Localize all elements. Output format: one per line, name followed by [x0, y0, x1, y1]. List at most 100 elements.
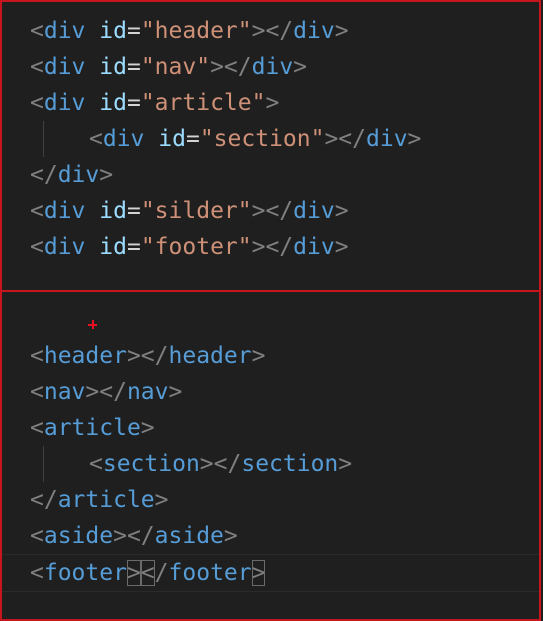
code-line[interactable]: </article> [2, 482, 539, 518]
code-token: > [154, 487, 169, 513]
code-token: "section" [199, 126, 325, 152]
code-token: ></ [251, 234, 294, 260]
code-token: div [43, 90, 86, 116]
code-token: > [334, 198, 349, 224]
code-token: ></ [251, 198, 294, 224]
code-token: div [366, 126, 408, 152]
code-token: > [293, 54, 308, 80]
code-line[interactable]: <article> [2, 410, 539, 446]
code-token: </ [30, 162, 58, 188]
mouse-crosshair-icon [88, 320, 97, 329]
code-token: "header" [140, 18, 252, 44]
code-token: < [30, 54, 44, 80]
code-token: > [334, 18, 349, 44]
code-token: < [140, 560, 155, 586]
code-token: < [30, 523, 44, 549]
code-text: <section></section> [89, 446, 352, 482]
code-token: div [293, 18, 335, 44]
code-token: = [126, 198, 141, 224]
code-token: < [89, 451, 103, 477]
code-panel-semantic: <header></header> <nav></nav> <article> <se… [0, 290, 541, 621]
code-token: ></ [85, 379, 127, 405]
code-line[interactable]: <div id="nav"></div> [2, 49, 539, 85]
code-token: header [43, 343, 127, 369]
code-token: ></ [210, 54, 252, 80]
code-token: footer [43, 560, 127, 586]
code-line[interactable]: <section></section> [2, 446, 539, 482]
code-token: = [126, 90, 141, 116]
code-line[interactable]: </div> [2, 157, 539, 193]
code-token: > [407, 126, 422, 152]
code-token: ></ [251, 18, 294, 44]
code-token: > [334, 234, 349, 260]
code-token: nav [43, 379, 86, 405]
code-token: = [185, 126, 200, 152]
code-line[interactable]: <header></header> [2, 338, 539, 374]
code-text: <div id="nav"></div> [30, 49, 307, 85]
code-token: div [57, 162, 100, 188]
code-token: id [99, 90, 127, 116]
code-panel-divs: <div id="header"></div> <div id="nav"></d… [0, 0, 541, 292]
code-text: <footer></footer> [30, 555, 266, 591]
code-token: ></ [324, 126, 366, 152]
code-token: div [43, 54, 86, 80]
code-token: < [30, 198, 44, 224]
code-token: section [241, 451, 339, 477]
code-token: id [158, 126, 186, 152]
code-token: aside [43, 523, 114, 549]
code-text: </article> [30, 482, 169, 518]
code-token: < [30, 343, 44, 369]
code-line[interactable]: <nav></nav> [2, 374, 539, 410]
code-line[interactable]: <footer></footer> [2, 554, 539, 592]
code-token: id [99, 234, 127, 260]
code-token: id [99, 18, 127, 44]
code-token: div [293, 198, 335, 224]
code-token: footer [168, 560, 252, 586]
code-token: "footer" [140, 234, 252, 260]
code-line[interactable]: <aside></aside> [2, 518, 539, 554]
code-text: <nav></nav> [30, 374, 182, 410]
indent-guide [43, 446, 44, 482]
code-token: article [57, 487, 155, 513]
code-text: </div> [30, 157, 113, 193]
code-token: > [140, 415, 155, 441]
code-line[interactable]: <div id="article"> [2, 85, 539, 121]
code-token: "nav" [140, 54, 211, 80]
code-line[interactable]: <div id="footer"></div> [2, 229, 539, 265]
code-line[interactable]: <div id="header"></div> [2, 13, 539, 49]
code-token: article [43, 415, 141, 441]
code-token: > [126, 560, 141, 586]
code-token: div [43, 18, 86, 44]
code-token: > [265, 90, 280, 116]
code-token: > [168, 379, 183, 405]
code-text: <aside></aside> [30, 518, 238, 554]
code-token: < [30, 18, 44, 44]
code-token: < [89, 126, 103, 152]
code-token: > [99, 162, 114, 188]
code-token: div [43, 198, 86, 224]
code-token: < [30, 90, 44, 116]
code-text: <div id="section"></div> [89, 121, 421, 157]
code-line[interactable]: <div id="silder"></div> [2, 193, 539, 229]
code-text: <div id="footer"></div> [30, 229, 349, 265]
code-token: < [30, 234, 44, 260]
code-token: section [102, 451, 200, 477]
code-token: div [102, 126, 145, 152]
code-token: < [30, 415, 44, 441]
code-token: > [251, 560, 266, 586]
code-token: "silder" [140, 198, 252, 224]
code-token: div [293, 234, 335, 260]
code-line[interactable]: <div id="section"></div> [2, 121, 539, 157]
code-text: <article> [30, 410, 155, 446]
code-token: aside [154, 523, 224, 549]
code-token: > [223, 523, 238, 549]
code-text: <div id="article"> [30, 85, 279, 121]
code-token: / [154, 560, 169, 586]
code-text: <div id="silder"></div> [30, 193, 349, 229]
indent-guide [43, 121, 44, 157]
